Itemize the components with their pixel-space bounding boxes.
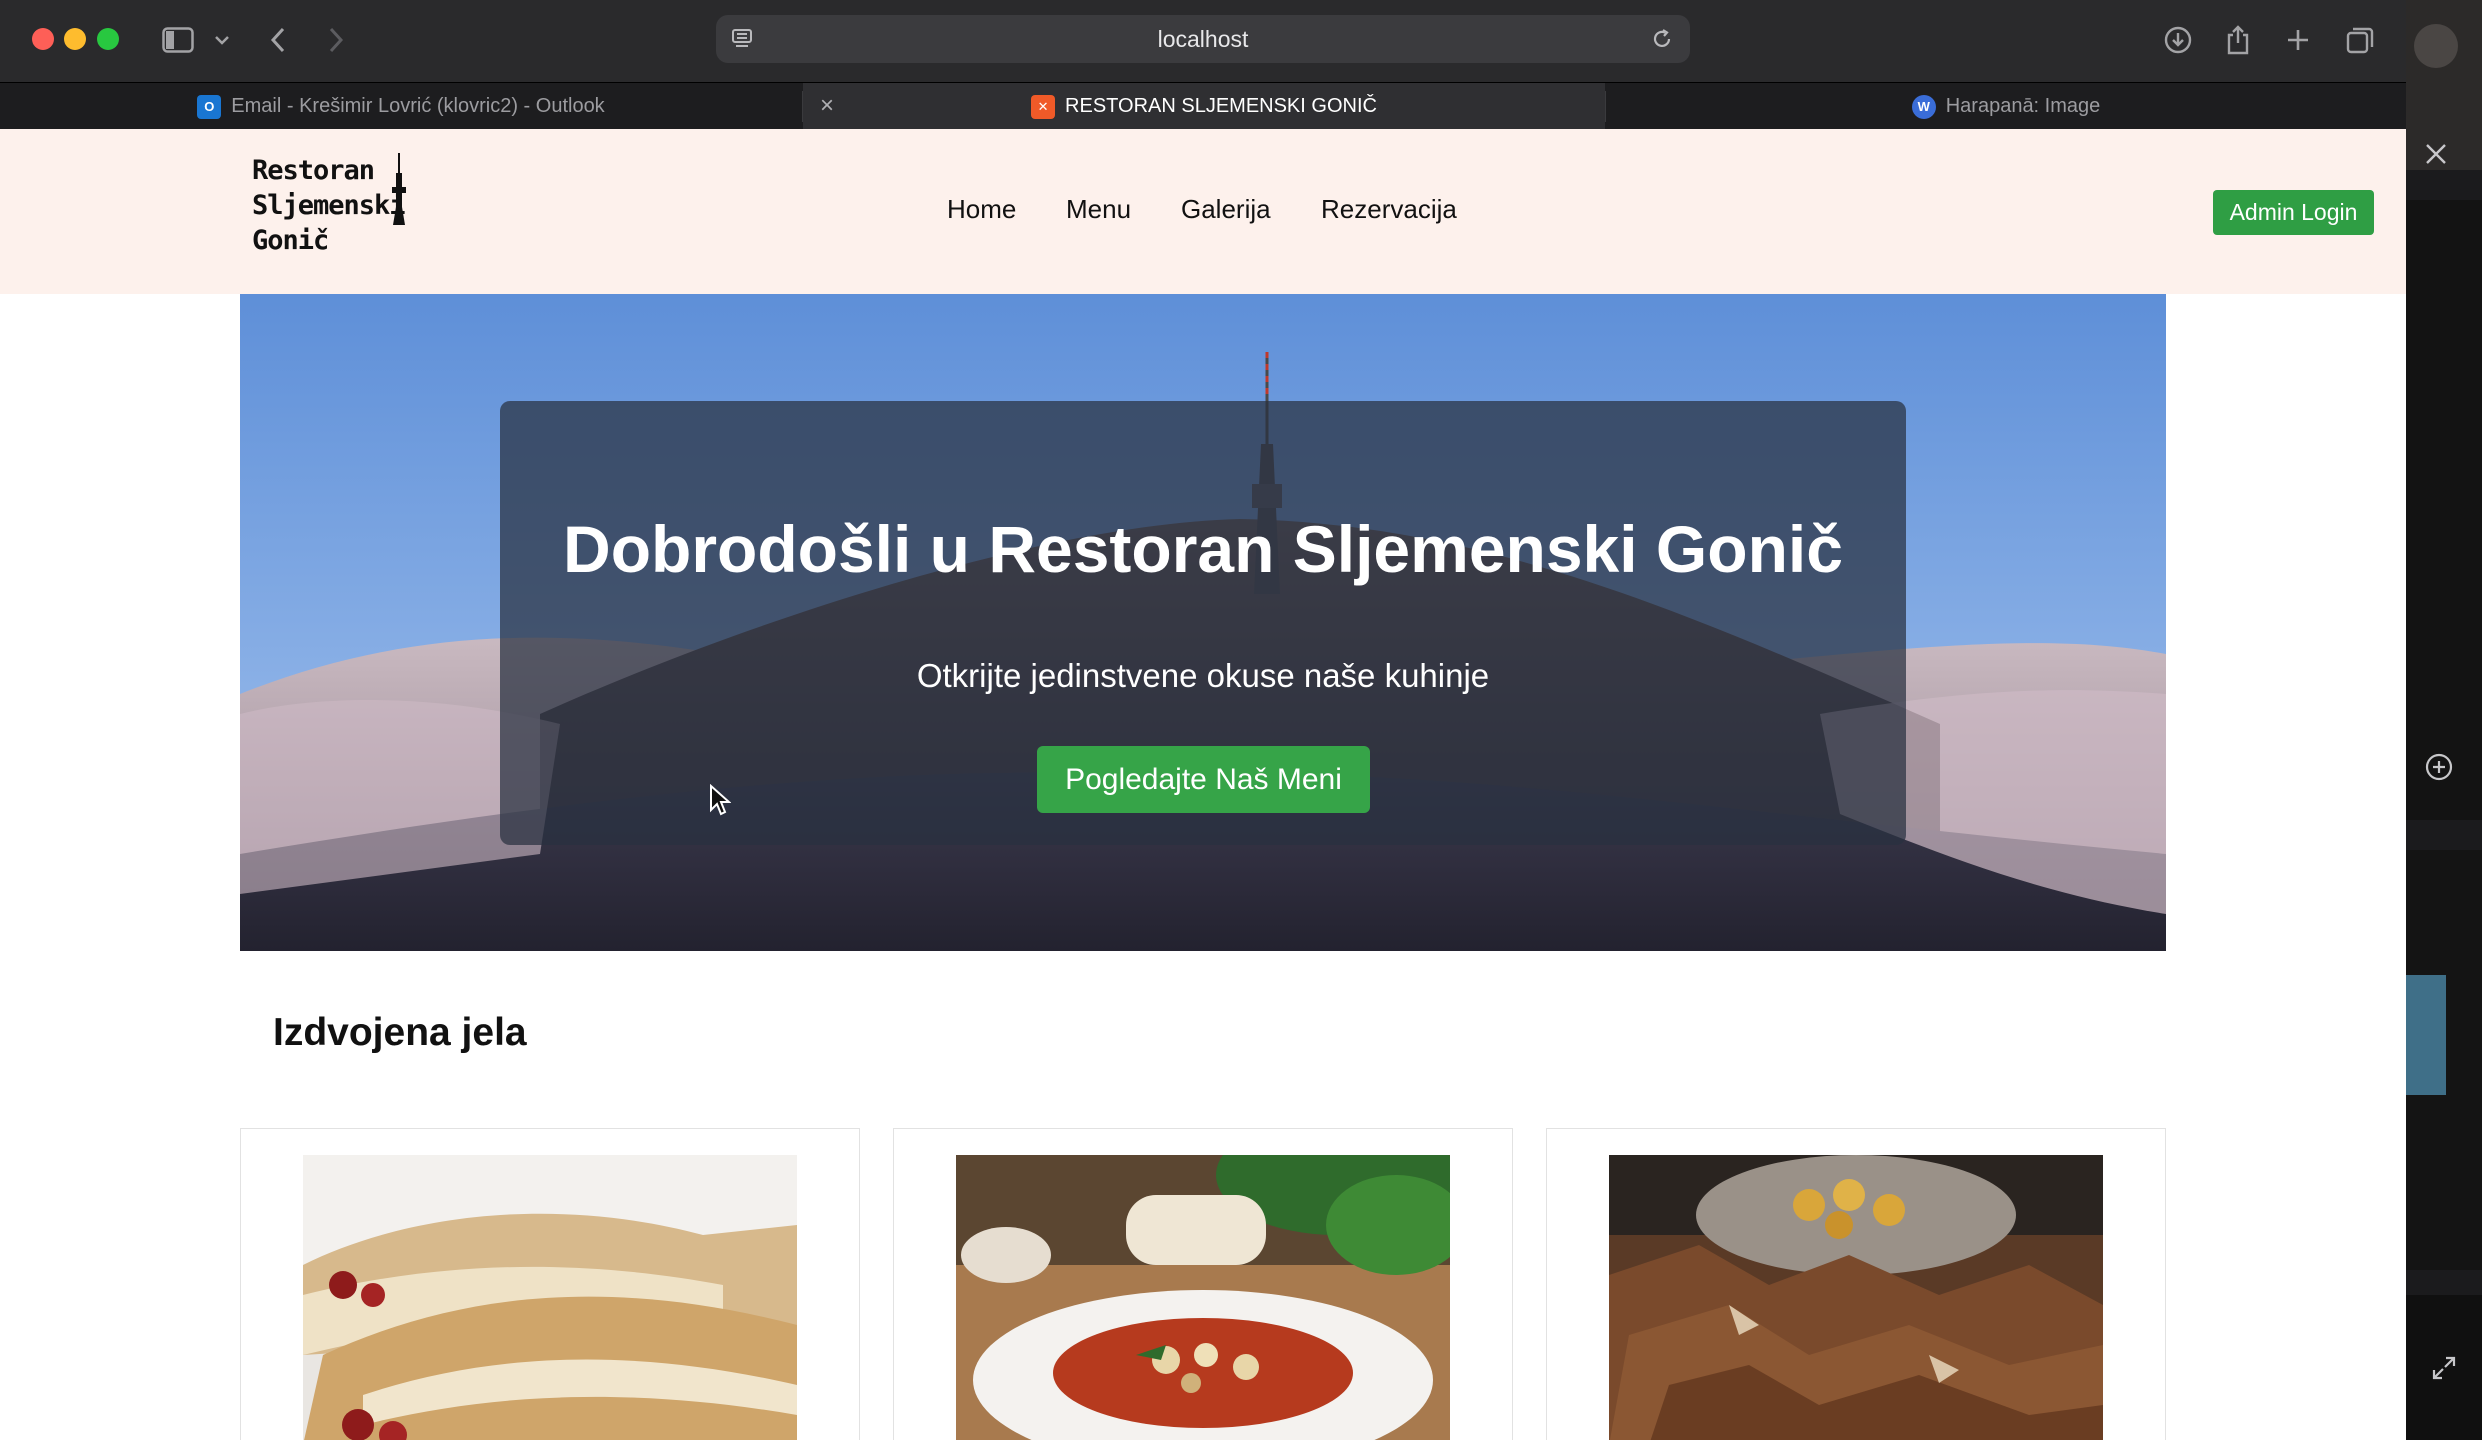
forward-icon[interactable] — [320, 20, 352, 60]
dish-card[interactable] — [240, 1128, 860, 1440]
featured-dishes-heading: Izdvojena jela — [273, 1011, 527, 1054]
xampp-icon: ✕ — [1031, 94, 1056, 119]
tab-title: RESTORAN SLJEMENSKI GONIČ — [1065, 95, 1377, 117]
nav-menu[interactable]: Menu — [1066, 189, 1131, 229]
tab-outlook[interactable]: O Email - Krešimir Lovrić (klovric2) - O… — [0, 83, 802, 130]
close-icon[interactable] — [2422, 140, 2450, 168]
nav-home[interactable]: Home — [947, 189, 1016, 229]
close-tab-icon[interactable]: × — [812, 91, 842, 121]
back-icon[interactable] — [262, 20, 294, 60]
zoom-window-button[interactable] — [97, 28, 119, 50]
hero-title: Dobrodošli u Restoran Sljemenski Gonič — [563, 512, 1843, 586]
hero-overlay-box: Dobrodošli u Restoran Sljemenski Gonič O… — [500, 401, 1906, 845]
browser-window: localhost O Email - Krešimir Lovrić (klo… — [0, 0, 2406, 1440]
roast-meat-image — [1609, 1155, 2103, 1440]
wordpress-icon: W — [1911, 94, 1936, 119]
tab-restoran[interactable]: ✕ RESTORAN SLJEMENSKI GONIČ — [803, 83, 1605, 130]
share-icon[interactable] — [2220, 20, 2256, 60]
tab-title: Email - Krešimir Lovrić (klovric2) - Out… — [231, 95, 605, 117]
address-bar[interactable]: localhost — [716, 15, 1690, 63]
add-circle-icon[interactable] — [2424, 752, 2454, 782]
url-text[interactable]: localhost — [716, 15, 1690, 63]
dish-card[interactable] — [893, 1128, 1513, 1440]
hero-section: Dobrodošli u Restoran Sljemenski Gonič O… — [240, 294, 2166, 951]
side-panel — [2406, 0, 2482, 1440]
sidebar-toggle-icon[interactable] — [158, 20, 198, 60]
new-tab-icon[interactable] — [2280, 20, 2316, 60]
tab-wordpress[interactable]: W Harapanā: Image — [1606, 83, 2406, 130]
minimize-window-button[interactable] — [64, 28, 86, 50]
browser-toolbar: localhost — [0, 0, 2406, 82]
tab-title: Harapanā: Image — [1945, 95, 2101, 117]
downloads-icon[interactable] — [2160, 20, 2196, 60]
expand-icon[interactable] — [2430, 1354, 2458, 1382]
site-header: Restoran Sljemenski Gonič Home Menu Gale… — [0, 129, 2406, 294]
admin-login-button[interactable]: Admin Login — [2213, 190, 2374, 235]
view-menu-button[interactable]: Pogledajte Naš Meni — [1037, 746, 1370, 813]
outlook-icon: O — [197, 94, 222, 119]
hero-subtitle: Otkrijte jedinstvene okuse naše kuhinje — [916, 657, 1490, 694]
chevron-down-icon[interactable] — [210, 20, 234, 60]
stew-image — [956, 1155, 1450, 1440]
nav-rezervacija[interactable]: Rezervacija — [1321, 189, 1457, 229]
main-nav: Home Menu Galerija Rezervacija — [0, 189, 2406, 229]
strudel-image — [303, 1155, 797, 1440]
close-window-button[interactable] — [32, 28, 54, 50]
side-panel-background — [2406, 0, 2482, 1440]
reload-icon[interactable] — [1650, 27, 1674, 56]
dish-card[interactable] — [1546, 1128, 2166, 1440]
nav-galerija[interactable]: Galerija — [1181, 189, 1271, 229]
mouse-cursor-icon — [710, 784, 731, 816]
tab-bar: O Email - Krešimir Lovrić (klovric2) - O… — [0, 82, 2406, 130]
web-page: Restoran Sljemenski Gonič Home Menu Gale… — [0, 129, 2406, 1440]
tab-overview-icon[interactable] — [2342, 20, 2378, 60]
